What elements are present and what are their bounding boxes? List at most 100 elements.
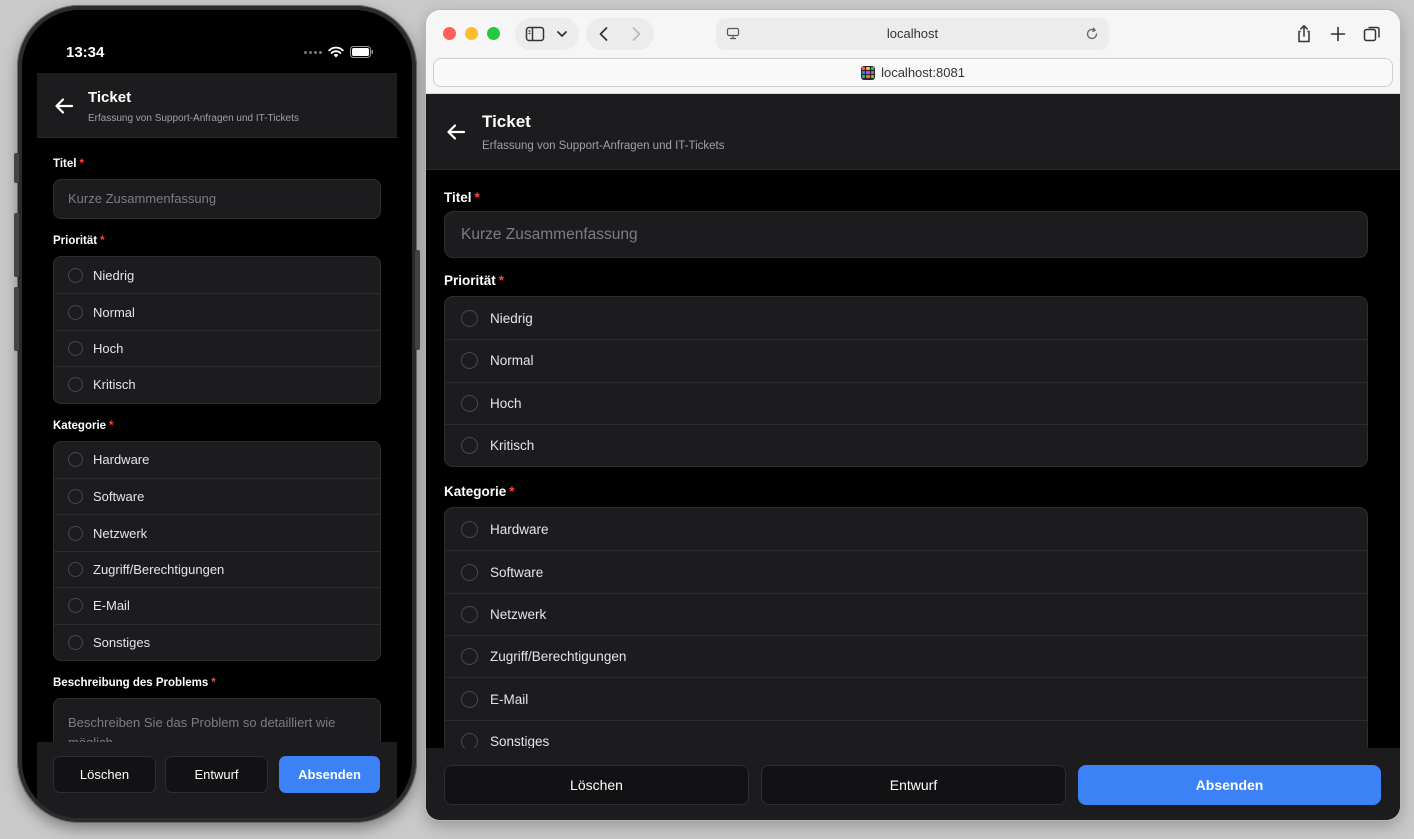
page-title: Ticket [88,89,132,106]
window-close-button[interactable] [443,27,456,40]
category-label: Kategorie * [444,484,515,500]
forward-icon[interactable] [626,24,646,44]
radio-button[interactable] [461,520,478,538]
status-time: 13:34 [66,44,105,61]
arrow-left-icon[interactable] [53,95,75,117]
category-option-hardware[interactable]: Hardware [445,508,1367,550]
radio-button[interactable] [461,352,478,370]
priority-option-hoch[interactable]: Hoch [445,381,1367,424]
form-content: Titel * Kurze Zusammenfassung Priorität * … [444,190,1368,763]
priority-option-kritisch[interactable]: Kritisch [445,423,1367,466]
radio-button[interactable] [68,525,83,541]
page-subtitle: Erfassung von Support-Anfragen und IT-Ti… [482,140,725,152]
battery-icon [350,46,373,58]
plus-icon[interactable] [1328,24,1348,44]
priority-option-normal[interactable]: Normal [54,293,380,329]
title-input[interactable]: Kurze Zusammenfassung [444,211,1368,258]
category-option-sonstiges[interactable]: Sonstiges [54,623,380,660]
priority-option-niedrig[interactable]: Niedrig [54,257,380,293]
clear-button[interactable]: Löschen [53,756,156,793]
wifi-icon [328,46,344,58]
category-option-software[interactable]: Software [54,477,380,514]
tab-title: localhost:8081 [881,65,965,80]
submit-button[interactable]: Absenden [1078,765,1381,805]
radio-button[interactable] [68,561,83,577]
chevron-down-icon[interactable] [552,24,572,44]
phone-power-button [415,250,420,350]
sidebar-icon[interactable] [525,24,545,44]
priority-option-hoch[interactable]: Hoch [54,329,380,366]
window-zoom-button[interactable] [487,27,500,40]
priority-option-niedrig[interactable]: Niedrig [445,297,1367,339]
radio-button[interactable] [68,267,83,283]
reload-icon[interactable] [1085,27,1099,41]
address-text: localhost [886,26,939,41]
radio-button[interactable] [68,634,83,650]
tabs-overview-icon[interactable] [1362,24,1382,44]
description-label: Beschreibung des Problems * [53,676,216,689]
priority-radio-group: Niedrig Normal Hoch Kritisch [53,256,381,404]
radio-button[interactable] [68,489,83,505]
action-footer: Löschen Entwurf Absenden [426,748,1400,820]
status-bar: 13:34 [22,10,412,72]
radio-button[interactable] [461,563,478,581]
category-label: Kategorie * [53,419,114,432]
action-footer: Löschen Entwurf Absenden [37,742,397,818]
radio-button[interactable] [461,648,478,666]
tab-localhost[interactable]: localhost:8081 [433,58,1393,87]
category-option-software[interactable]: Software [445,550,1367,592]
radio-button[interactable] [68,598,83,614]
category-radio-group: Hardware Software Netzwerk Zugriff/Berec… [444,507,1368,763]
priority-radio-group: Niedrig Normal Hoch Kritisch [444,296,1368,468]
radio-button[interactable] [68,377,83,393]
radio-button[interactable] [68,452,83,468]
form-content: Titel * Kurze Zusammenfassung Priorität * … [53,138,381,758]
radio-button[interactable] [68,340,83,356]
clear-button[interactable]: Löschen [444,765,749,805]
draft-button[interactable]: Entwurf [165,756,268,793]
priority-label: Priorität * [444,273,505,288]
title-field-label: Titel * [444,190,480,205]
category-option-zugriff[interactable]: Zugriff/Berechtigungen [54,550,380,587]
radio-button[interactable] [68,304,83,320]
priority-option-normal[interactable]: Normal [445,339,1367,381]
priority-label: Priorität * [53,235,105,247]
back-icon[interactable] [594,24,614,44]
radio-button[interactable] [461,394,478,412]
submit-button[interactable]: Absenden [279,756,380,793]
phone-device: 13:34 Ticket Erfassung von Support-Anfra… [14,5,420,823]
priority-option-kritisch[interactable]: Kritisch [54,366,380,402]
status-icons [304,46,374,58]
category-radio-group: Hardware Software Netzwerk Zugriff/Berec… [53,440,381,661]
address-bar[interactable]: localhost [716,18,1109,50]
browser-window: localhost localhost:8081 Ticket Erfassun… [426,10,1400,820]
category-option-hardware[interactable]: Hardware [54,442,380,478]
phone-screen: 13:34 Ticket Erfassung von Support-Anfra… [22,10,412,818]
radio-button[interactable] [461,437,478,455]
phone-volume-up-button [14,213,19,277]
share-icon[interactable] [1294,24,1314,44]
draft-button[interactable]: Entwurf [761,765,1066,805]
radio-button[interactable] [461,605,478,623]
app-header: Ticket Erfassung von Support-Anfragen un… [426,94,1400,170]
phone-action-button [14,153,19,183]
category-option-email[interactable]: E-Mail [445,677,1367,719]
arrow-left-icon[interactable] [445,121,467,143]
cellular-signal-icon [304,50,322,54]
category-option-zugriff[interactable]: Zugriff/Berechtigungen [445,635,1367,677]
window-minimize-button[interactable] [465,27,478,40]
web-page: Ticket Erfassung von Support-Anfragen un… [426,94,1400,820]
title-field-label: Titel * [53,158,84,170]
phone-volume-down-button [14,287,19,351]
browser-toolbar: localhost localhost:8081 [426,10,1400,94]
page-subtitle: Erfassung von Support-Anfragen und IT-Ti… [88,113,299,124]
app-favicon-icon [861,65,876,80]
category-option-email[interactable]: E-Mail [54,587,380,623]
radio-button[interactable] [461,690,478,708]
category-option-netzwerk[interactable]: Netzwerk [445,592,1367,635]
title-input[interactable]: Kurze Zusammenfassung [53,179,381,219]
page-title: Ticket [482,112,531,131]
radio-button[interactable] [461,309,478,327]
app-header: Ticket Erfassung von Support-Anfragen un… [37,73,397,138]
category-option-netzwerk[interactable]: Netzwerk [54,514,380,550]
